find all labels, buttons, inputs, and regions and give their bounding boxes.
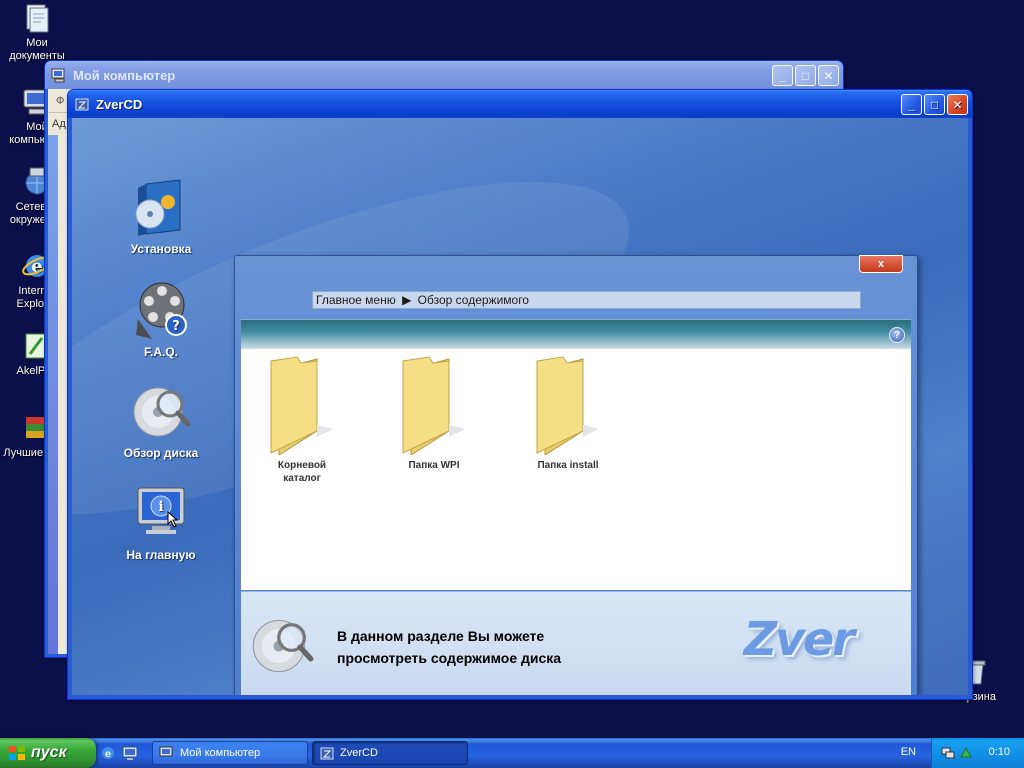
folder-label: Папка install — [537, 460, 599, 471]
taskbar-item-my-computer[interactable]: Мой компьютер — [152, 741, 308, 765]
svg-text:i: i — [158, 499, 163, 515]
maximize-button[interactable]: □ — [795, 65, 816, 86]
panel-close-button[interactable]: x — [859, 255, 903, 273]
language-indicator[interactable]: EN — [901, 746, 916, 758]
content-panel: x Главное меню ▶ Обзор содержимого ? Кор… — [234, 255, 918, 695]
breadcrumb-separator: ▶ — [402, 293, 412, 307]
close-button[interactable]: ✕ — [818, 65, 839, 86]
start-button[interactable]: пуск — [0, 738, 96, 768]
taskbar-item-label: ZverCD — [340, 747, 378, 759]
computer-icon — [51, 67, 67, 83]
folder-label-line2: каталог — [283, 473, 321, 484]
minimize-button[interactable]: _ — [901, 94, 922, 115]
zvercd-body: Установка ? F.A.Q. Обзор диска i На глав… — [72, 118, 968, 695]
sidebar-item-label: Установка — [130, 242, 192, 256]
network-tray-icon[interactable] — [940, 745, 956, 761]
home-info-monitor-icon: i — [130, 482, 192, 544]
sidebar-item-disc-browse[interactable]: Обзор диска — [96, 380, 226, 460]
disc-search-icon — [130, 380, 192, 442]
taskbar-item-label: Мой компьютер — [180, 747, 261, 759]
start-label: пуск — [31, 744, 67, 761]
sidebar-item-label: Обзор диска — [123, 446, 199, 460]
zvercd-app-icon — [74, 96, 90, 112]
install-box-icon — [130, 176, 192, 238]
taskbar: пуск e Мой компьютер ZverCD EN 0:10 — [0, 738, 1024, 768]
folder-icon — [533, 355, 603, 456]
my-computer-titlebar[interactable]: Мой компьютер _ □ ✕ — [45, 61, 843, 89]
info-area: В данном разделе Вы можете просмотреть с… — [241, 591, 911, 695]
desktop-icon-my-documents[interactable]: Мои документы — [0, 2, 76, 63]
sidebar-item-label: F.A.Q. — [143, 345, 178, 359]
svg-text:e: e — [105, 749, 111, 760]
internet-explorer-icon[interactable]: e — [100, 745, 116, 761]
window-title: ZverCD — [96, 96, 143, 112]
documents-folder-icon — [21, 2, 53, 34]
help-button[interactable]: ? — [889, 327, 905, 343]
zvercd-app-icon — [319, 745, 335, 761]
task-pane — [48, 135, 58, 654]
safely-remove-tray-icon[interactable] — [958, 745, 974, 761]
sidebar-item-faq[interactable]: ? F.A.Q. — [96, 279, 226, 359]
breadcrumb-current: Обзор содержимого — [417, 293, 529, 307]
info-line-2: просмотреть содержимое диска — [337, 650, 562, 666]
minimize-button[interactable]: _ — [772, 65, 793, 86]
content-header: ? — [241, 319, 911, 349]
breadcrumb: Главное меню ▶ Обзор содержимого — [312, 291, 861, 309]
disc-search-icon — [249, 612, 315, 678]
sidebar-item-install[interactable]: Установка — [96, 176, 226, 256]
close-button[interactable]: ✕ — [947, 94, 968, 115]
window-title: Мой компьютер — [73, 67, 176, 83]
folder-label: Папка WPI — [408, 460, 460, 471]
folder-list: Корневой каталог Папка WPI Папка install — [241, 349, 911, 590]
show-desktop-icon[interactable] — [122, 745, 138, 761]
zver-logo: Zver — [743, 612, 855, 666]
folder-label: Корневой — [277, 460, 327, 471]
zvercd-window[interactable]: ZverCD _ □ ✕ Установка ? F.A.Q. Обзор ди… — [67, 89, 973, 700]
breadcrumb-root[interactable]: Главное меню — [316, 293, 396, 307]
zvercd-titlebar[interactable]: ZverCD _ □ ✕ — [68, 90, 972, 118]
svg-text:?: ? — [172, 319, 180, 334]
windows-flag-icon — [8, 745, 26, 761]
sidebar-item-home[interactable]: i На главную — [96, 482, 226, 562]
menu-item-file[interactable]: Ф — [48, 95, 64, 107]
info-description: В данном разделе Вы можете просмотреть с… — [337, 625, 561, 669]
info-line-1: В данном разделе Вы можете — [337, 628, 545, 644]
folder-wpi[interactable]: Папка WPI — [384, 355, 484, 472]
system-tray: 0:10 — [931, 738, 1024, 768]
folder-icon — [267, 355, 337, 456]
folder-root-catalog[interactable]: Корневой каталог — [252, 355, 352, 485]
faq-film-reel-icon: ? — [130, 279, 192, 341]
sidebar-item-label: На главную — [126, 548, 196, 562]
folder-icon — [399, 355, 469, 456]
clock[interactable]: 0:10 — [989, 746, 1010, 758]
computer-icon — [159, 745, 175, 761]
folder-install[interactable]: Папка install — [518, 355, 618, 472]
maximize-button[interactable]: □ — [924, 94, 945, 115]
taskbar-item-zvercd[interactable]: ZverCD — [312, 741, 468, 765]
